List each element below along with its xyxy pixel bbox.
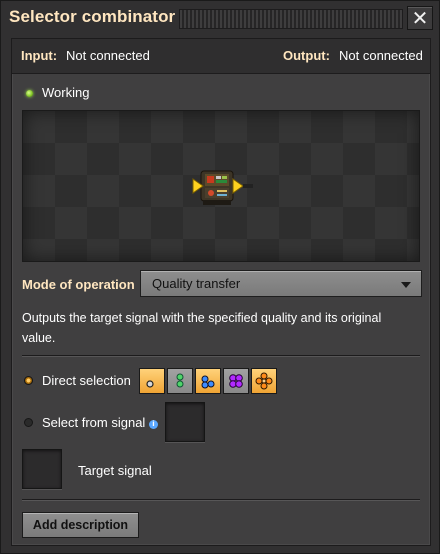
- target-signal-slot[interactable]: [22, 449, 62, 489]
- selector-combinator-window: Selector combinator ✕ Input: Not connect…: [0, 0, 440, 554]
- mode-of-operation-label: Mode of operation: [22, 277, 135, 292]
- connection-bar: Input: Not connected Output: Not connect…: [12, 39, 430, 74]
- input-label: Input:: [21, 48, 58, 63]
- target-signal-label: Target signal: [78, 463, 152, 478]
- direct-selection-radio[interactable]: [24, 376, 33, 385]
- entity-preview[interactable]: [22, 110, 420, 262]
- selector-combinator-entity-icon: [192, 170, 253, 205]
- close-icon[interactable]: ✕: [407, 6, 433, 30]
- status-indicator-icon: [26, 90, 33, 97]
- quality-rare-button[interactable]: [195, 368, 221, 394]
- select-from-signal-radio[interactable]: [24, 418, 33, 427]
- window-title: Selector combinator: [9, 7, 176, 26]
- mode-description: Outputs the target signal with the speci…: [22, 311, 382, 345]
- divider: [22, 355, 420, 357]
- add-description-button[interactable]: Add description: [22, 512, 139, 538]
- quality-epic-icon: [229, 374, 243, 388]
- chevron-down-icon: [401, 282, 411, 288]
- mode-dropdown-value: Quality transfer: [152, 276, 241, 291]
- drag-handle[interactable]: [179, 9, 403, 29]
- main-panel: Input: Not connected Output: Not connect…: [11, 38, 431, 546]
- quality-rare-icon: [201, 375, 215, 389]
- direct-selection-label: Direct selection: [42, 373, 131, 388]
- input-value: Not connected: [66, 48, 150, 63]
- quality-signal-slot[interactable]: [165, 402, 205, 442]
- quality-normal-icon: [146, 380, 154, 388]
- select-from-signal-label: Select from signal: [42, 415, 146, 430]
- divider: [22, 499, 420, 501]
- quality-uncommon-button[interactable]: [167, 368, 193, 394]
- status-text: Working: [42, 85, 90, 100]
- info-icon[interactable]: i: [149, 420, 158, 429]
- quality-normal-button[interactable]: [139, 368, 165, 394]
- quality-epic-button[interactable]: [223, 368, 249, 394]
- output-value: Not connected: [339, 48, 423, 63]
- quality-legendary-button[interactable]: [251, 368, 277, 394]
- title-bar[interactable]: Selector combinator ✕: [1, 1, 440, 35]
- quality-uncommon-icon: [176, 373, 184, 388]
- mode-dropdown[interactable]: Quality transfer: [140, 270, 422, 297]
- output-label: Output:: [283, 48, 330, 63]
- quality-legendary-icon: [255, 372, 273, 390]
